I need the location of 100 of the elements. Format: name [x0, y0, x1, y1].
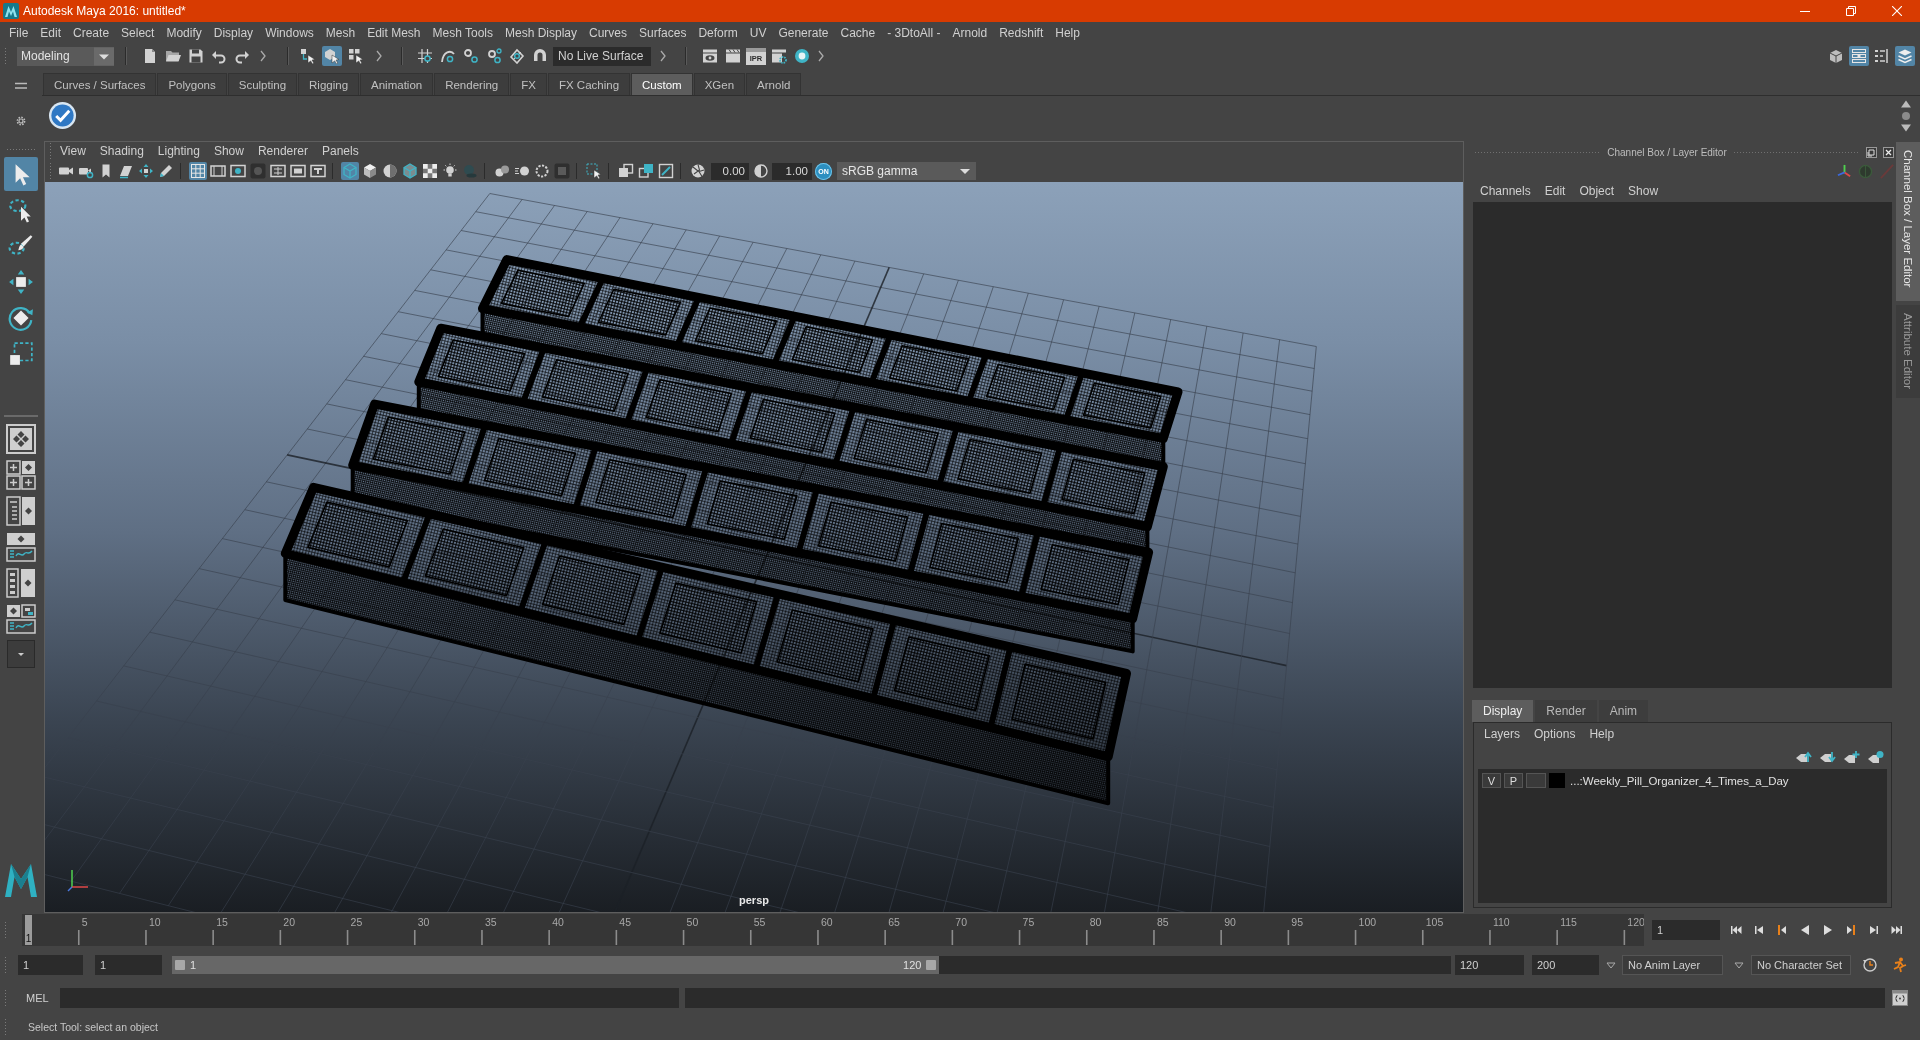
shelf-tab[interactable]: Rendering: [434, 73, 510, 95]
four-pane-layout-icon[interactable]: [6, 460, 36, 490]
play-icon[interactable]: [1822, 924, 1834, 936]
settings-icon[interactable]: [15, 115, 27, 127]
anim-layer-dropdown[interactable]: No Anim Layer: [1622, 955, 1723, 975]
overlapping-squares-icon[interactable]: [617, 162, 635, 180]
side-tab[interactable]: Attribute Editor: [1896, 305, 1920, 398]
menu-item[interactable]: Show: [1628, 184, 1659, 198]
menu-item[interactable]: Lighting: [157, 144, 200, 158]
shelf-tab[interactable]: FX Caching: [547, 73, 631, 95]
joint-squares-icon[interactable]: [637, 162, 655, 180]
point-snap-icon[interactable]: [461, 46, 481, 66]
mode-dropdown[interactable]: Modeling: [17, 46, 114, 66]
isolate-select-icon[interactable]: [585, 162, 603, 180]
skip-to-end-icon[interactable]: [1891, 924, 1903, 936]
layers-icon[interactable]: [1895, 46, 1915, 66]
menu-item[interactable]: Help: [1055, 26, 1080, 40]
clapperboard-icon[interactable]: [723, 46, 743, 66]
add-layer-icon[interactable]: [1843, 750, 1861, 764]
step-forward-icon[interactable]: [1868, 924, 1880, 936]
aperture-icon[interactable]: [689, 162, 707, 180]
character-set-dropdown[interactable]: No Character Set: [1751, 955, 1851, 975]
half-shaded-sphere-icon[interactable]: [381, 162, 399, 180]
menu-item[interactable]: Select: [121, 26, 155, 40]
previous-key-icon[interactable]: [1776, 924, 1788, 936]
menu-item[interactable]: Cache: [840, 26, 876, 40]
menu-item[interactable]: Mesh: [325, 26, 356, 40]
menu-item[interactable]: Panels: [321, 144, 359, 158]
layer-editor-tab[interactable]: Anim: [1598, 700, 1649, 722]
shelf-tab[interactable]: Polygons: [157, 73, 227, 95]
menu-icon[interactable]: [15, 82, 27, 90]
running-figure-icon[interactable]: [1891, 957, 1907, 973]
command-input-field[interactable]: [59, 987, 679, 1008]
layer-down-icon[interactable]: [1819, 750, 1837, 764]
menu-item[interactable]: Mesh Display: [505, 26, 578, 40]
layer-up-icon[interactable]: [1795, 750, 1813, 764]
menu-item[interactable]: Surfaces: [639, 26, 687, 40]
menu-item[interactable]: File: [9, 26, 29, 40]
shelf-tab[interactable]: Rigging: [298, 73, 360, 95]
sphere-icon[interactable]: [792, 46, 812, 66]
axis-icon[interactable]: [1837, 163, 1852, 179]
outliner-layout-icon[interactable]: [6, 568, 36, 598]
hierarchy-select-icon[interactable]: [298, 46, 318, 66]
script-editor-icon[interactable]: [1891, 989, 1908, 1006]
layer-editor-tab[interactable]: Render: [1535, 700, 1597, 722]
shelf-tab[interactable]: Animation: [360, 73, 434, 95]
end-frame-field[interactable]: 200: [1532, 955, 1599, 975]
safe-action-icon[interactable]: [289, 162, 307, 180]
checkmark-icon[interactable]: [48, 101, 77, 130]
menu-item[interactable]: Arnold: [952, 26, 988, 40]
dashed-circle-icon[interactable]: [533, 162, 551, 180]
options-dot-icon[interactable]: [1901, 111, 1911, 120]
pencil-icon[interactable]: [157, 162, 175, 180]
half-circle-icon[interactable]: [752, 162, 770, 180]
step-back-icon[interactable]: [1753, 924, 1765, 936]
shelf-tab[interactable]: XGen: [693, 73, 746, 95]
shelf-tab[interactable]: FX: [510, 73, 547, 95]
menu-item[interactable]: Modify: [166, 26, 202, 40]
playback-end-field[interactable]: 120: [1455, 955, 1524, 975]
playback-toggle[interactable]: P: [1504, 773, 1523, 788]
menu-item[interactable]: - 3DtoAll -: [887, 26, 941, 40]
layer-type-toggle[interactable]: [1526, 773, 1546, 788]
attribute-list-icon[interactable]: [1849, 46, 1869, 66]
menu-item[interactable]: View: [60, 144, 86, 158]
wire-shaded-cube-icon[interactable]: [401, 162, 419, 180]
menu-item[interactable]: Redshift: [999, 26, 1044, 40]
menu-item[interactable]: Edit: [1544, 184, 1566, 198]
three-pane-layout-icon[interactable]: [6, 604, 36, 634]
menu-item[interactable]: Generate: [778, 26, 829, 40]
current-frame-field[interactable]: 1: [1652, 920, 1720, 940]
menu-item[interactable]: Curves: [589, 26, 628, 40]
layer-color-swatch-icon[interactable]: [1549, 773, 1565, 788]
side-tab[interactable]: Channel Box / Layer Editor: [1896, 142, 1920, 302]
current-frame-marker[interactable]: [25, 915, 32, 945]
close-icon[interactable]: [1883, 146, 1894, 158]
field-chart-icon[interactable]: [269, 162, 287, 180]
dropdown-arrow-icon[interactable]: [1606, 961, 1616, 969]
visibility-toggle[interactable]: V: [1482, 773, 1501, 788]
layer-dot-icon[interactable]: [1867, 750, 1885, 764]
menu-item[interactable]: Mesh Tools: [432, 26, 493, 40]
single-pane-layout-icon[interactable]: [6, 424, 36, 454]
shelf-tab[interactable]: Arnold: [746, 73, 802, 95]
menu-item[interactable]: Help: [1589, 727, 1615, 741]
slider-handle-icon[interactable]: [926, 960, 937, 970]
range-slider-fill[interactable]: 1 120: [172, 956, 940, 974]
exposure-field[interactable]: 0.00: [711, 162, 749, 180]
menu-item[interactable]: Deform: [698, 26, 738, 40]
component-select-icon[interactable]: [346, 46, 366, 66]
menu-item[interactable]: Create: [73, 26, 110, 40]
menu-item[interactable]: Display: [213, 26, 254, 40]
slider-handle-icon[interactable]: [175, 960, 185, 970]
range-slider-track[interactable]: 1 120: [172, 956, 1451, 974]
menu-item[interactable]: Shading: [99, 144, 144, 158]
layer-editor-tab[interactable]: Display: [1472, 700, 1534, 722]
shelf-tab[interactable]: Sculpting: [227, 73, 298, 95]
shelf-tab[interactable]: Curves / Surfaces: [43, 73, 157, 95]
center-snap-icon[interactable]: [507, 46, 527, 66]
menu-item[interactable]: Windows: [265, 26, 314, 40]
object-select-icon[interactable]: [322, 46, 342, 66]
gamma-field[interactable]: 1.00: [772, 162, 812, 180]
